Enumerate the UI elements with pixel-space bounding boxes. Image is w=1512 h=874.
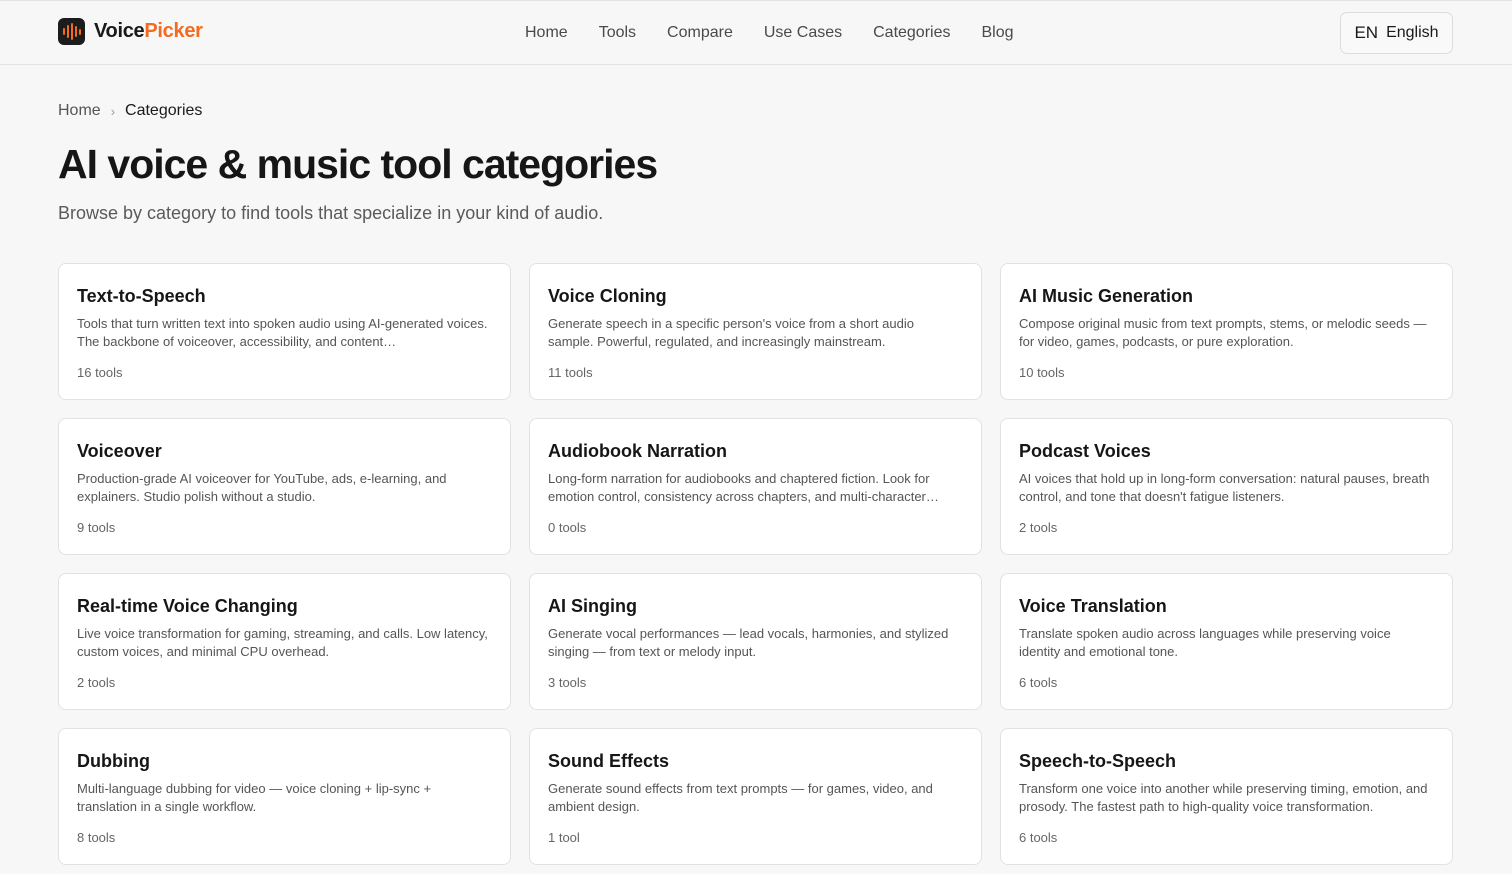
category-description: Multi-language dubbing for video — voice… (77, 781, 432, 814)
nav-item-compare[interactable]: Compare (667, 23, 733, 43)
category-title: Real-time Voice Changing (77, 596, 298, 616)
category-card-voice-cloning[interactable]: Voice Cloning Generate speech in a speci… (529, 263, 982, 400)
category-description: Long-form narration for audiobooks and c… (548, 471, 939, 504)
category-title: AI Music Generation (1019, 286, 1194, 306)
category-card-sound-effects[interactable]: Sound Effects Generate sound effects fro… (529, 728, 982, 865)
category-tool-count: 16 tools (77, 365, 123, 380)
category-card-voice-translation[interactable]: Voice Translation Translate spoken audio… (1000, 573, 1453, 710)
category-tool-count: 9 tools (77, 520, 116, 535)
language-code: EN (1354, 23, 1379, 42)
language-selector-button[interactable]: EN English (1340, 12, 1453, 54)
main-nav: Home Tools Compare Use Cases Categories … (525, 23, 1045, 43)
category-tool-count: 2 tools (77, 675, 116, 690)
category-description: Generate vocal performances — lead vocal… (548, 626, 949, 659)
category-tool-count: 6 tools (1019, 830, 1058, 845)
language-label: English (1386, 24, 1439, 41)
category-title: Audiobook Narration (548, 441, 727, 461)
category-title: Voice Cloning (548, 286, 667, 306)
chevron-right-icon: › (110, 103, 116, 119)
category-description: Compose original music from text prompts… (1019, 316, 1427, 349)
nav-item-home[interactable]: Home (525, 23, 568, 43)
category-title: Dubbing (77, 751, 150, 771)
nav-item-blog[interactable]: Blog (981, 23, 1013, 43)
nav-item-use-cases[interactable]: Use Cases (764, 23, 842, 43)
brand-name-part1: Voice (94, 20, 145, 42)
category-description: Production-grade AI voiceover for YouTub… (77, 471, 447, 504)
category-description: Live voice transformation for gaming, st… (77, 626, 488, 659)
category-tool-count: 10 tools (1019, 365, 1065, 380)
category-description: Generate sound effects from text prompts… (548, 781, 933, 814)
brand-name: VoicePicker (94, 20, 203, 43)
category-description: Generate speech in a specific person's v… (548, 316, 914, 349)
category-title: Text-to-Speech (77, 286, 206, 306)
category-title: Podcast Voices (1019, 441, 1151, 461)
brand-name-part2: Picker (144, 20, 203, 42)
category-title: Speech-to-Speech (1019, 751, 1177, 771)
category-tool-count: 2 tools (1019, 520, 1058, 535)
breadcrumb-current: Categories (125, 102, 203, 119)
page-title: AI voice & music tool categories (58, 141, 658, 187)
category-title: Voiceover (77, 441, 162, 461)
category-card-dubbing[interactable]: Dubbing Multi-language dubbing for video… (58, 728, 511, 865)
category-tool-count: 0 tools (548, 520, 587, 535)
category-title: Voice Translation (1019, 596, 1167, 616)
category-description: Transform one voice into another while p… (1019, 781, 1428, 814)
category-card-real-time-voice-changing[interactable]: Real-time Voice Changing Live voice tran… (58, 573, 511, 710)
category-title: Sound Effects (548, 751, 670, 771)
page-subtitle: Browse by category to find tools that sp… (58, 203, 604, 223)
category-card-voiceover[interactable]: Voiceover Production-grade AI voiceover … (58, 418, 511, 555)
category-description: AI voices that hold up in long-form conv… (1019, 471, 1430, 504)
category-card-ai-music-generation[interactable]: AI Music Generation Compose original mus… (1000, 263, 1453, 400)
category-card-text-to-speech[interactable]: Text-to-Speech Tools that turn written t… (58, 263, 511, 400)
category-card-podcast-voices[interactable]: Podcast Voices AI voices that hold up in… (1000, 418, 1453, 555)
category-tool-count: 1 tool (548, 830, 580, 845)
breadcrumb: Home › Categories (58, 102, 202, 120)
category-tool-count: 11 tools (548, 365, 593, 380)
category-tool-count: 3 tools (548, 675, 587, 690)
category-card-speech-to-speech[interactable]: Speech-to-Speech Transform one voice int… (1000, 728, 1453, 865)
waveform-icon (58, 18, 85, 45)
nav-item-tools[interactable]: Tools (599, 23, 636, 43)
nav-item-categories[interactable]: Categories (873, 23, 950, 43)
category-description: Tools that turn written text into spoken… (77, 316, 488, 349)
category-grid: Text-to-Speech Tools that turn written t… (58, 263, 1453, 865)
category-card-ai-singing[interactable]: AI Singing Generate vocal performances —… (529, 573, 982, 710)
category-title: AI Singing (548, 596, 637, 616)
category-description: Translate spoken audio across languages … (1019, 626, 1391, 659)
category-tool-count: 6 tools (1019, 675, 1058, 690)
breadcrumb-home-link[interactable]: Home (58, 102, 101, 120)
top-navigation-bar: VoicePicker Home Tools Compare Use Cases… (0, 0, 1512, 65)
category-card-audiobook-narration[interactable]: Audiobook Narration Long-form narration … (529, 418, 982, 555)
brand-logo[interactable]: VoicePicker (58, 18, 203, 45)
category-tool-count: 8 tools (77, 830, 116, 845)
